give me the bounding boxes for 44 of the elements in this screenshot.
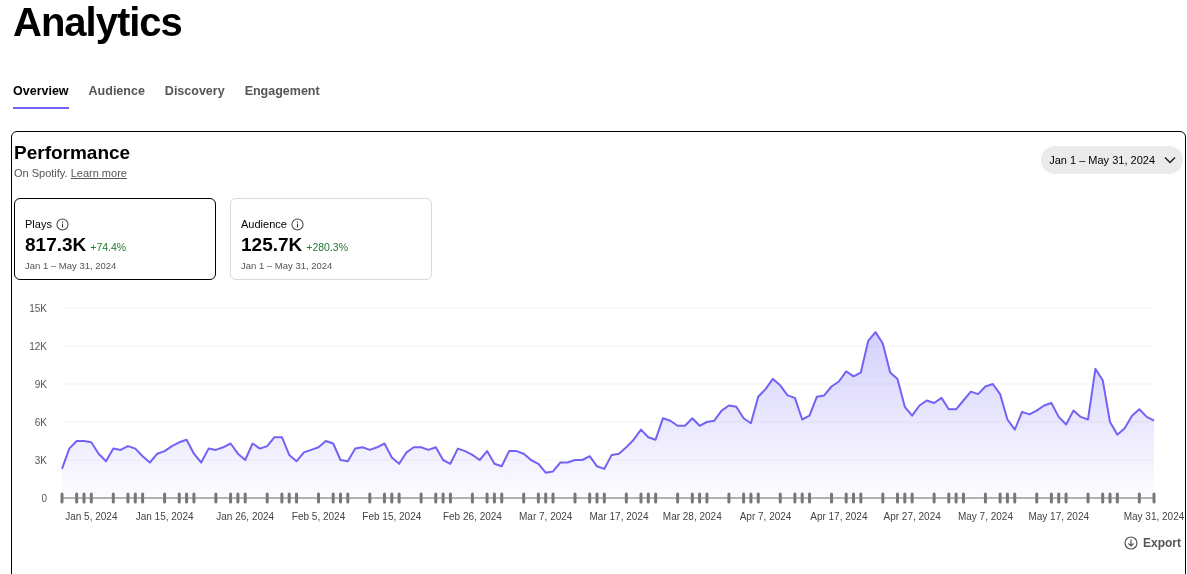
metric-label: Audience (241, 216, 287, 232)
x-axis-label: Jan 15, 2024 (135, 511, 194, 523)
tab[interactable]: Discovery (164, 82, 225, 109)
x-axis-label: Apr 27, 2024 (883, 511, 941, 523)
x-axis-label: Mar 17, 2024 (589, 511, 649, 523)
export-button[interactable]: Export (1124, 534, 1181, 553)
metric-value: 817.3K (25, 234, 87, 257)
metric-period: Jan 1 – May 31, 2024 (241, 259, 333, 274)
subtitle: On Spotify. (14, 166, 68, 179)
y-axis-label: 12K (29, 341, 47, 353)
x-axis-label: Mar 28, 2024 (662, 511, 722, 523)
x-axis-label: May 31, 2024 (1123, 511, 1185, 523)
learn-more-link[interactable]: Learn more (70, 166, 127, 179)
metric-value: 125.7K (241, 234, 303, 257)
page-title: Analytics (13, 2, 182, 42)
x-axis-label: Jan 5, 2024 (65, 511, 118, 523)
metric-card[interactable]: Audience 125.7K +280.3% Jan 1 – May 31, 2024 (230, 198, 432, 281)
download-icon (1124, 536, 1138, 551)
x-axis-label: Feb 26, 2024 (442, 511, 502, 523)
date-range-dropdown[interactable]: Jan 1 – May 31, 2024 (1041, 145, 1183, 174)
section-title: Performance (14, 141, 131, 164)
y-axis-label: 9K (34, 379, 47, 391)
metric-label: Plays (25, 216, 52, 232)
y-axis-label: 0 (41, 493, 47, 505)
y-axis-label: 15K (29, 303, 47, 315)
x-axis-label: Feb 15, 2024 (362, 511, 422, 523)
x-axis-label: Apr 7, 2024 (739, 511, 792, 523)
metric-change: +280.3% (306, 240, 349, 256)
metric-period: Jan 1 – May 31, 2024 (25, 259, 117, 274)
info-icon (290, 217, 304, 231)
x-axis-label: Apr 17, 2024 (810, 511, 868, 523)
y-axis-label: 6K (34, 417, 47, 429)
x-axis-label: Mar 7, 2024 (519, 511, 573, 523)
x-axis-label: Feb 5, 2024 (291, 511, 346, 523)
metric-change: +74.4% (90, 240, 127, 256)
tab[interactable]: Overview (13, 82, 69, 109)
y-axis-label: 3K (34, 455, 47, 467)
tab[interactable]: Audience (88, 82, 145, 109)
x-axis-label: Jan 26, 2024 (216, 511, 275, 523)
metric-card[interactable]: Plays 817.3K +74.4% Jan 1 – May 31, 2024 (14, 198, 216, 281)
info-icon (55, 217, 69, 231)
x-axis-label: May 7, 2024 (957, 511, 1013, 523)
tab[interactable]: Engagement (244, 82, 320, 109)
x-axis-label: May 17, 2024 (1028, 511, 1090, 523)
